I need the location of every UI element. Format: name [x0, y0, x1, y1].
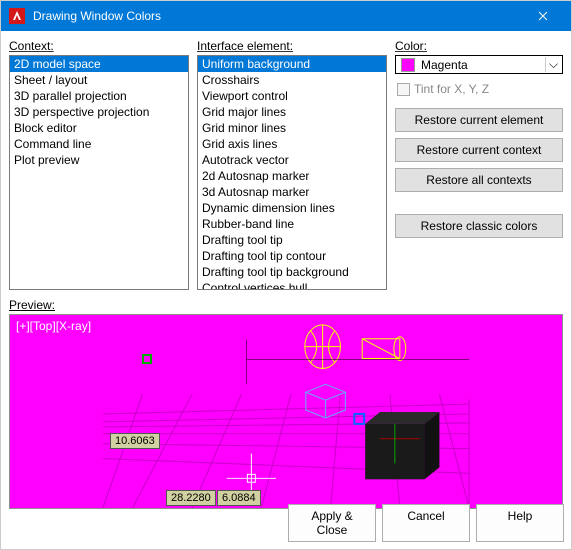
color-dropdown[interactable]: Magenta ⌵: [395, 55, 563, 74]
context-listbox[interactable]: 2D model spaceSheet / layout3D parallel …: [9, 55, 189, 290]
coord-readout-2: 28.2280: [166, 490, 216, 506]
coord-readout-1: 10.6063: [110, 433, 160, 449]
footer-buttons: Apply & Close Cancel Help: [288, 504, 564, 542]
list-item[interactable]: Control vertices hull: [198, 280, 386, 290]
list-item[interactable]: 3D perspective projection: [10, 104, 188, 120]
tint-checkbox-row: Tint for X, Y, Z: [395, 80, 563, 98]
titlebar: Drawing Window Colors: [1, 1, 571, 31]
view-label: [+][Top][X-ray]: [16, 319, 91, 333]
list-item[interactable]: Grid axis lines: [198, 136, 386, 152]
list-item[interactable]: 3d Autosnap marker: [198, 184, 386, 200]
list-item[interactable]: Plot preview: [10, 152, 188, 168]
cancel-button[interactable]: Cancel: [382, 504, 470, 542]
list-item[interactable]: Uniform background: [198, 56, 386, 72]
window-title: Drawing Window Colors: [33, 9, 523, 23]
color-value: Magenta: [419, 58, 545, 72]
list-item[interactable]: Drafting tool tip: [198, 232, 386, 248]
preview-area: [+][Top][X-ray] 10.6063 28.2280 6.0884: [9, 314, 563, 509]
list-item[interactable]: Autotrack vector: [198, 152, 386, 168]
tint-label: Tint for X, Y, Z: [414, 82, 489, 96]
restore-all-button[interactable]: Restore all contexts: [395, 168, 563, 192]
list-item[interactable]: 2d Autosnap marker: [198, 168, 386, 184]
list-item[interactable]: Block editor: [10, 120, 188, 136]
chevron-down-icon: ⌵: [545, 57, 561, 72]
help-button[interactable]: Help: [476, 504, 564, 542]
list-item[interactable]: 2D model space: [10, 56, 188, 72]
apply-close-button[interactable]: Apply & Close: [288, 504, 376, 542]
list-item[interactable]: Viewport control: [198, 88, 386, 104]
list-item[interactable]: Grid major lines: [198, 104, 386, 120]
tint-checkbox[interactable]: [397, 83, 410, 96]
restore-classic-button[interactable]: Restore classic colors: [395, 214, 563, 238]
restore-context-button[interactable]: Restore current context: [395, 138, 563, 162]
list-item[interactable]: 3D parallel projection: [10, 88, 188, 104]
context-label: Context:: [9, 39, 189, 53]
main-content: Context: 2D model spaceSheet / layout3D …: [1, 31, 571, 298]
list-item[interactable]: Sheet / layout: [10, 72, 188, 88]
list-item[interactable]: Command line: [10, 136, 188, 152]
preview-render: [10, 315, 562, 508]
restore-element-button[interactable]: Restore current element: [395, 108, 563, 132]
list-item[interactable]: Rubber-band line: [198, 216, 386, 232]
app-icon: [9, 8, 25, 24]
list-item[interactable]: Drafting tool tip contour: [198, 248, 386, 264]
snap-marker: [142, 354, 152, 364]
color-label: Color:: [395, 39, 563, 53]
preview-label: Preview:: [1, 298, 571, 312]
list-item[interactable]: Drafting tool tip background: [198, 264, 386, 280]
interface-listbox[interactable]: Uniform backgroundCrosshairsViewport con…: [197, 55, 387, 290]
list-item[interactable]: Grid minor lines: [198, 120, 386, 136]
list-item[interactable]: Dynamic dimension lines: [198, 200, 386, 216]
color-swatch: [401, 58, 415, 72]
close-button[interactable]: [523, 1, 563, 31]
interface-label: Interface element:: [197, 39, 387, 53]
list-item[interactable]: Crosshairs: [198, 72, 386, 88]
coord-readout-3: 6.0884: [217, 490, 261, 506]
